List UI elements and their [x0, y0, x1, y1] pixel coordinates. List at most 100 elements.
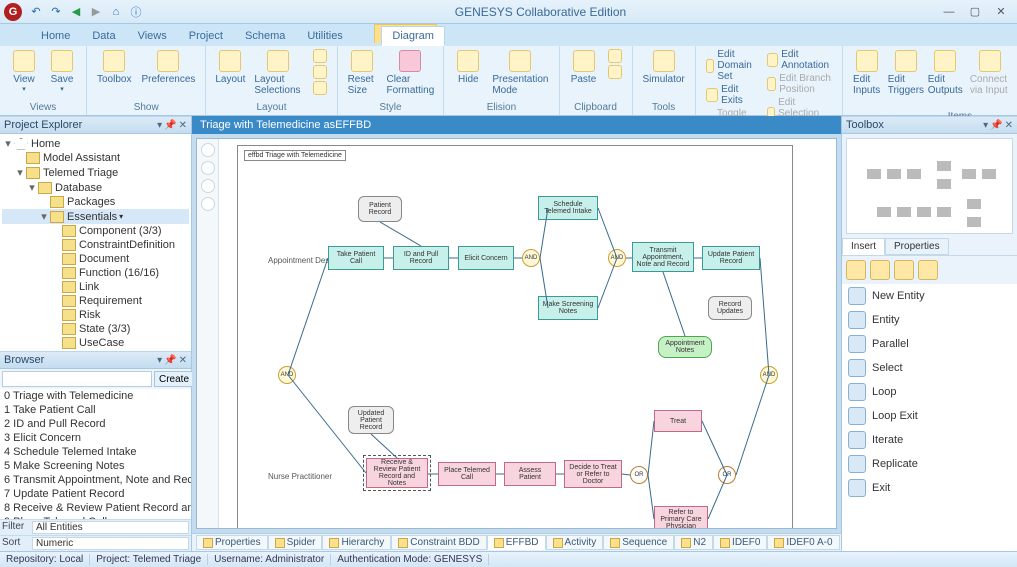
- zoom-reset-icon[interactable]: [201, 197, 215, 211]
- and-gate[interactable]: AND: [278, 366, 296, 384]
- list-item[interactable]: 8 Receive & Review Patient Record and No…: [0, 501, 191, 515]
- pin-icon[interactable]: 📌: [164, 355, 176, 366]
- filter-select[interactable]: All Entities: [32, 521, 189, 534]
- node-2[interactable]: ID and Pull Record: [393, 246, 449, 270]
- view-button[interactable]: View▾: [6, 48, 42, 95]
- tab-project[interactable]: Project: [178, 26, 234, 46]
- simulator-button[interactable]: Simulator: [639, 48, 689, 87]
- toolbox-item-exit[interactable]: Exit: [842, 476, 1017, 500]
- close-panel-icon[interactable]: ✕: [179, 355, 187, 366]
- toolbox-quick-icon[interactable]: [918, 260, 938, 280]
- node-10[interactable]: Assess Patient: [504, 462, 556, 486]
- hide-button[interactable]: Hide: [450, 48, 486, 87]
- maximize-button[interactable]: ▢: [963, 4, 987, 20]
- edit-exits-button[interactable]: Edit Exits: [702, 83, 761, 107]
- save-button[interactable]: Save▾: [44, 48, 80, 95]
- node-5[interactable]: Make Screening Notes: [538, 296, 598, 320]
- qat-home-icon[interactable]: ⌂: [108, 4, 124, 20]
- list-item[interactable]: 4 Schedule Telemed Intake: [0, 445, 191, 459]
- qat-info-icon[interactable]: ⓘ: [128, 4, 144, 20]
- sort-select[interactable]: Numeric: [32, 537, 189, 550]
- edit-branch-position-button[interactable]: Edit Branch Position: [763, 72, 836, 96]
- qat-undo-icon[interactable]: ↶: [28, 4, 44, 20]
- preferences-button[interactable]: Preferences: [137, 48, 199, 87]
- layout-selections-button[interactable]: Layout Selections: [250, 48, 306, 98]
- edit-outputs-button[interactable]: Edit Outputs: [927, 48, 964, 98]
- tree-item-essentials[interactable]: ▾Essentials▾: [2, 209, 189, 224]
- toolbox-item-parallel[interactable]: Parallel: [842, 332, 1017, 356]
- node-11[interactable]: Decide to Treat or Refer to Doctor: [564, 460, 622, 488]
- qat-redo-icon[interactable]: ↷: [48, 4, 64, 20]
- toolbox-quick-icon[interactable]: [846, 260, 866, 280]
- list-item[interactable]: 7 Update Patient Record: [0, 487, 191, 501]
- toolbox-tab-insert[interactable]: Insert: [842, 238, 885, 255]
- browser-list[interactable]: 0 Triage with Telemedicine 1 Take Patien…: [0, 389, 191, 519]
- toolbox-item-iterate[interactable]: Iterate: [842, 428, 1017, 452]
- toolbox-button[interactable]: Toolbox: [93, 48, 135, 87]
- tab-activity[interactable]: Activity: [546, 535, 604, 550]
- node-13[interactable]: Refer to Primary Care Physician: [654, 506, 708, 529]
- tab-idef0-a0[interactable]: IDEF0 A-0: [767, 535, 839, 550]
- or-gate[interactable]: OR: [630, 466, 648, 484]
- tab-views[interactable]: Views: [127, 26, 178, 46]
- or-gate[interactable]: OR: [718, 466, 736, 484]
- tab-schema[interactable]: Schema: [234, 26, 296, 46]
- list-item[interactable]: 5 Make Screening Notes: [0, 459, 191, 473]
- toolbox-tab-properties[interactable]: Properties: [885, 238, 949, 255]
- tab-constraint-bdd[interactable]: Constraint BDD: [391, 535, 486, 550]
- edit-triggers-button[interactable]: Edit Triggers: [887, 48, 925, 98]
- dropdown-icon[interactable]: ▾: [157, 120, 162, 131]
- dropdown-icon[interactable]: ▾: [983, 120, 988, 131]
- tab-n2[interactable]: N2: [674, 535, 713, 550]
- toolbox-item-entity[interactable]: Entity: [842, 308, 1017, 332]
- node-8-selected[interactable]: Receive & Review Patient Record and Note…: [366, 458, 428, 488]
- toolbox-item-select[interactable]: Select: [842, 356, 1017, 380]
- toolbox-item-loop[interactable]: Loop: [842, 380, 1017, 404]
- node-patient-record[interactable]: Patient Record: [358, 196, 402, 222]
- list-item[interactable]: 3 Elicit Concern: [0, 431, 191, 445]
- node-6[interactable]: Transmit Appointment, Note and Record: [632, 242, 694, 272]
- close-panel-icon[interactable]: ✕: [1005, 120, 1013, 131]
- project-explorer-tree[interactable]: ▾Home Model Assistant ▾Telemed Triage ▾D…: [0, 134, 191, 351]
- and-gate[interactable]: AND: [608, 249, 626, 267]
- paste-button[interactable]: Paste: [566, 48, 602, 87]
- minimize-button[interactable]: —: [937, 4, 961, 20]
- node-1[interactable]: Take Patient Call: [328, 246, 384, 270]
- node-7[interactable]: Update Patient Record: [702, 246, 760, 270]
- edit-domain-set-button[interactable]: Edit Domain Set: [702, 48, 761, 83]
- list-item[interactable]: 1 Take Patient Call: [0, 403, 191, 417]
- tab-data[interactable]: Data: [81, 26, 126, 46]
- pin-icon[interactable]: 📌: [164, 120, 176, 131]
- list-item[interactable]: 6 Transmit Appointment, Note and Record: [0, 473, 191, 487]
- tab-properties[interactable]: Properties: [196, 535, 268, 550]
- zoom-fit-icon[interactable]: [201, 161, 215, 175]
- node-3[interactable]: Elicit Concern: [458, 246, 514, 270]
- close-panel-icon[interactable]: ✕: [179, 120, 187, 131]
- node-12[interactable]: Treat: [654, 410, 702, 432]
- toolbox-item-loop-exit[interactable]: Loop Exit: [842, 404, 1017, 428]
- pin-icon[interactable]: 📌: [990, 120, 1002, 131]
- node-updated-record[interactable]: Updated Patient Record: [348, 406, 394, 434]
- qat-back-icon[interactable]: ◀: [68, 4, 84, 20]
- copy-button[interactable]: [604, 64, 626, 80]
- tab-diagram[interactable]: Diagram: [381, 26, 445, 46]
- zoom-out-icon[interactable]: [201, 179, 215, 193]
- list-item[interactable]: 0 Triage with Telemedicine: [0, 389, 191, 403]
- close-button[interactable]: ✕: [989, 4, 1013, 20]
- toolbox-quick-icon[interactable]: [894, 260, 914, 280]
- clear-formatting-button[interactable]: Clear Formatting: [383, 48, 437, 98]
- zoom-in-icon[interactable]: [201, 143, 215, 157]
- node-4[interactable]: Schedule Telemed Intake: [538, 196, 598, 220]
- tab-hierarchy[interactable]: Hierarchy: [322, 535, 391, 550]
- and-gate[interactable]: AND: [760, 366, 778, 384]
- and-gate[interactable]: AND: [522, 249, 540, 267]
- connect-via-input-button[interactable]: Connect via Input: [966, 48, 1015, 98]
- zoom-ruler[interactable]: [197, 139, 219, 528]
- node-appt-notes[interactable]: Appointment Notes: [658, 336, 712, 358]
- layout-button[interactable]: Layout: [212, 48, 248, 87]
- app-logo[interactable]: G: [4, 3, 22, 21]
- browser-search-input[interactable]: [2, 371, 152, 387]
- qat-forward-icon[interactable]: ▶: [88, 4, 104, 20]
- create-button[interactable]: Create: [154, 371, 194, 387]
- document-tab[interactable]: Triage with Telemedicine asEFFBD: [192, 116, 841, 134]
